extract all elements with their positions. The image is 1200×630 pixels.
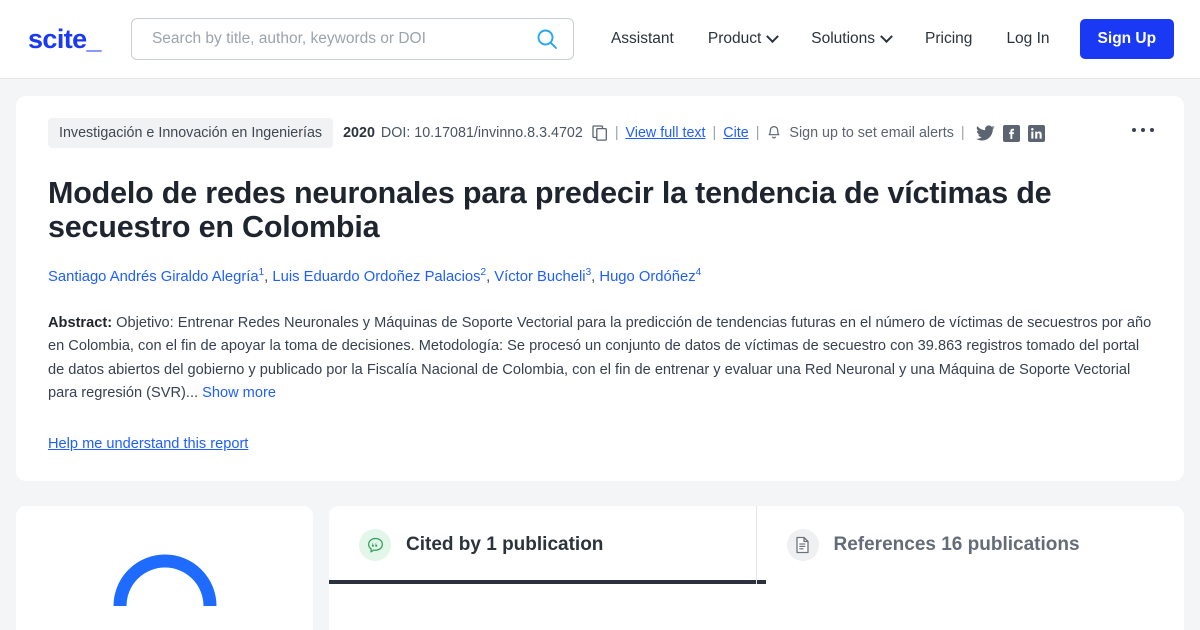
separator: | [755,125,760,141]
nav-label: Assistant [610,30,674,47]
article-card: Investigación e Innovación en Ingeniería… [16,96,1184,482]
separator: | [712,125,717,141]
author-list: Santiago Andrés Giraldo Alegría1, Luis E… [48,266,702,285]
help-understand-report-link[interactable]: Help me understand this report [48,436,248,452]
tab-label: References 16 publications [833,534,1080,555]
nav-item-login[interactable]: Log In [989,30,1066,48]
main-navigation: Assistant Product Solutions Pricing Log … [594,19,1175,59]
chevron-down-icon [880,29,893,43]
doi-text: DOI: 10.17081/invinno.8.3.4702 [380,125,583,141]
search-icon[interactable] [535,27,559,51]
separator: | [614,125,619,141]
tab-label: Cited by 1 publication [406,534,604,555]
search-input[interactable] [149,29,535,49]
document-icon [786,529,819,561]
article-metadata: Investigación e Innovación en Ingeniería… [48,118,1154,148]
site-header: scite_ Assistant Product Solutions Prici… [0,0,1200,79]
nav-label: Solutions [811,30,876,47]
journal-badge[interactable]: Investigación e Innovación en Ingeniería… [48,118,334,148]
twitter-icon[interactable] [975,124,995,142]
abstract-label: Abstract: [48,314,113,331]
tab-cited-by[interactable]: Cited by 1 publication [329,506,766,584]
tab-references[interactable]: References 16 publications [757,506,1185,584]
chevron-down-icon [766,29,780,43]
social-share-group [975,124,1045,142]
view-full-text-link[interactable]: View full text [626,125,706,141]
cite-link[interactable]: Cite [723,125,748,141]
nav-label: Log In [1006,30,1050,47]
article-title: Modelo de redes neuronales para predecir… [48,176,1052,245]
nav-item-assistant[interactable]: Assistant [594,30,691,48]
author-link[interactable]: Santiago Andrés Giraldo Alegría1 [48,267,264,285]
linkedin-icon[interactable] [1027,124,1045,142]
nav-label: Product [707,30,762,47]
facebook-icon[interactable] [1002,124,1020,142]
email-alerts-label[interactable]: Sign up to set email alerts [789,125,954,141]
author-link[interactable]: Víctor Bucheli3 [494,267,591,285]
nav-item-solutions[interactable]: Solutions [794,29,908,48]
tab-content-panel [330,611,1184,630]
citation-gauge-card [16,506,313,630]
publication-year: 2020 [343,125,375,141]
search-bar[interactable] [130,18,574,60]
nav-label: Pricing [925,30,973,47]
sign-up-button[interactable]: Sign Up [1079,19,1175,59]
nav-item-product[interactable]: Product [691,29,794,48]
author-link[interactable]: Luis Eduardo Ordoñez Palacios2 [272,267,486,285]
active-tab-indicator [329,580,766,584]
citation-gauge [110,544,220,629]
nav-item-pricing[interactable]: Pricing [908,30,989,48]
quote-bubble-icon [359,529,391,561]
more-options-button[interactable] [1132,128,1154,132]
bell-icon[interactable] [766,125,782,142]
show-more-link[interactable]: Show more [202,385,276,401]
copy-icon[interactable] [592,125,608,141]
author-link[interactable]: Hugo Ordóñez4 [599,267,701,285]
separator: | [960,125,965,141]
scite-logo[interactable]: scite_ [28,24,102,55]
article-abstract: Abstract: Objetivo: Entrenar Redes Neuro… [48,312,1153,407]
